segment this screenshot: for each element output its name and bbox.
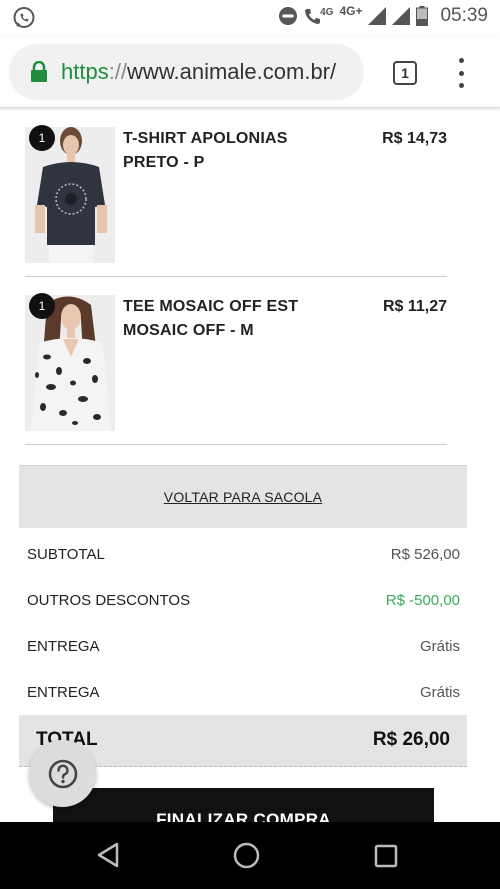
discount-label: OUTROS DESCONTOS: [27, 591, 191, 609]
nav-back-icon[interactable]: [95, 842, 121, 868]
whatsapp-icon: [13, 7, 35, 28]
url-separator: ://: [108, 59, 128, 84]
product-price: R$ 11,27: [382, 298, 447, 315]
nav-recents-icon[interactable]: [374, 844, 398, 868]
cart-item: 1 T-SHIRT APOLONIAS PRETO - P R$ 14,73: [25, 125, 447, 277]
shipping-row: ENTREGA Grátis: [27, 634, 460, 658]
product-name: T-SHIRT APOLONIAS PRETO - P: [123, 130, 288, 171]
subtotal-value: R$ 526,00: [390, 545, 460, 563]
network-type-label: 4G+: [339, 4, 363, 18]
battery-icon: [416, 6, 429, 26]
url-host: www.animale.com.br/: [127, 59, 337, 84]
quantity-badge: 1: [29, 125, 55, 151]
browser-toolbar: https://www.animale.com.br/ 1: [0, 36, 500, 108]
back-to-bag-link[interactable]: VOLTAR PARA SACOLA: [164, 489, 322, 505]
help-icon: [48, 759, 77, 788]
tab-switcher-button[interactable]: 1: [393, 61, 417, 85]
subtotal-label: SUBTOTAL: [27, 545, 105, 563]
browser-menu-icon[interactable]: [452, 58, 470, 88]
android-nav-bar: [0, 822, 500, 889]
shipping-label: ENTREGA: [27, 637, 100, 655]
subtotal-row: SUBTOTAL R$ 526,00: [27, 542, 460, 566]
do-not-disturb-icon: [279, 7, 298, 25]
help-button[interactable]: [29, 740, 96, 807]
discount-value: R$ -500,00: [385, 591, 460, 609]
product-price: R$ 14,73: [382, 130, 447, 147]
product-name: TEE MOSAIC OFF EST MOSAIC OFF - M: [123, 298, 299, 339]
discount-row: OUTROS DESCONTOS R$ -500,00: [27, 588, 460, 612]
signal-icon-2: [392, 7, 411, 25]
nav-home-icon[interactable]: [233, 842, 260, 869]
lock-icon: [31, 61, 47, 82]
status-bar: 4G 4G+ 05:39: [0, 0, 500, 36]
status-left: [12, 6, 36, 35]
shipping-value: Grátis: [419, 637, 460, 655]
shipping-value: Grátis: [419, 683, 460, 701]
shipping-label: ENTREGA: [27, 683, 100, 701]
quantity-badge: 1: [29, 293, 55, 319]
status-time: 05:39: [440, 5, 488, 26]
call-icon: [305, 9, 321, 24]
cart-item: 1 TEE MOSAIC OFF EST MOSAIC OFF - M R$ 1…: [25, 293, 447, 445]
url-text[interactable]: https://www.animale.com.br/: [61, 59, 336, 85]
signal-icon-1: [368, 7, 387, 25]
status-right: 4G 4G+ 05:39: [278, 4, 488, 27]
total-value: R$ 26,00: [372, 729, 450, 750]
shipping-row: ENTREGA Grátis: [27, 680, 460, 704]
call-network-label: 4G: [320, 6, 334, 18]
address-bar[interactable]: https://www.animale.com.br/: [9, 44, 364, 100]
back-to-bag-bar: VOLTAR PARA SACOLA: [19, 465, 467, 528]
url-scheme: https: [61, 59, 109, 84]
